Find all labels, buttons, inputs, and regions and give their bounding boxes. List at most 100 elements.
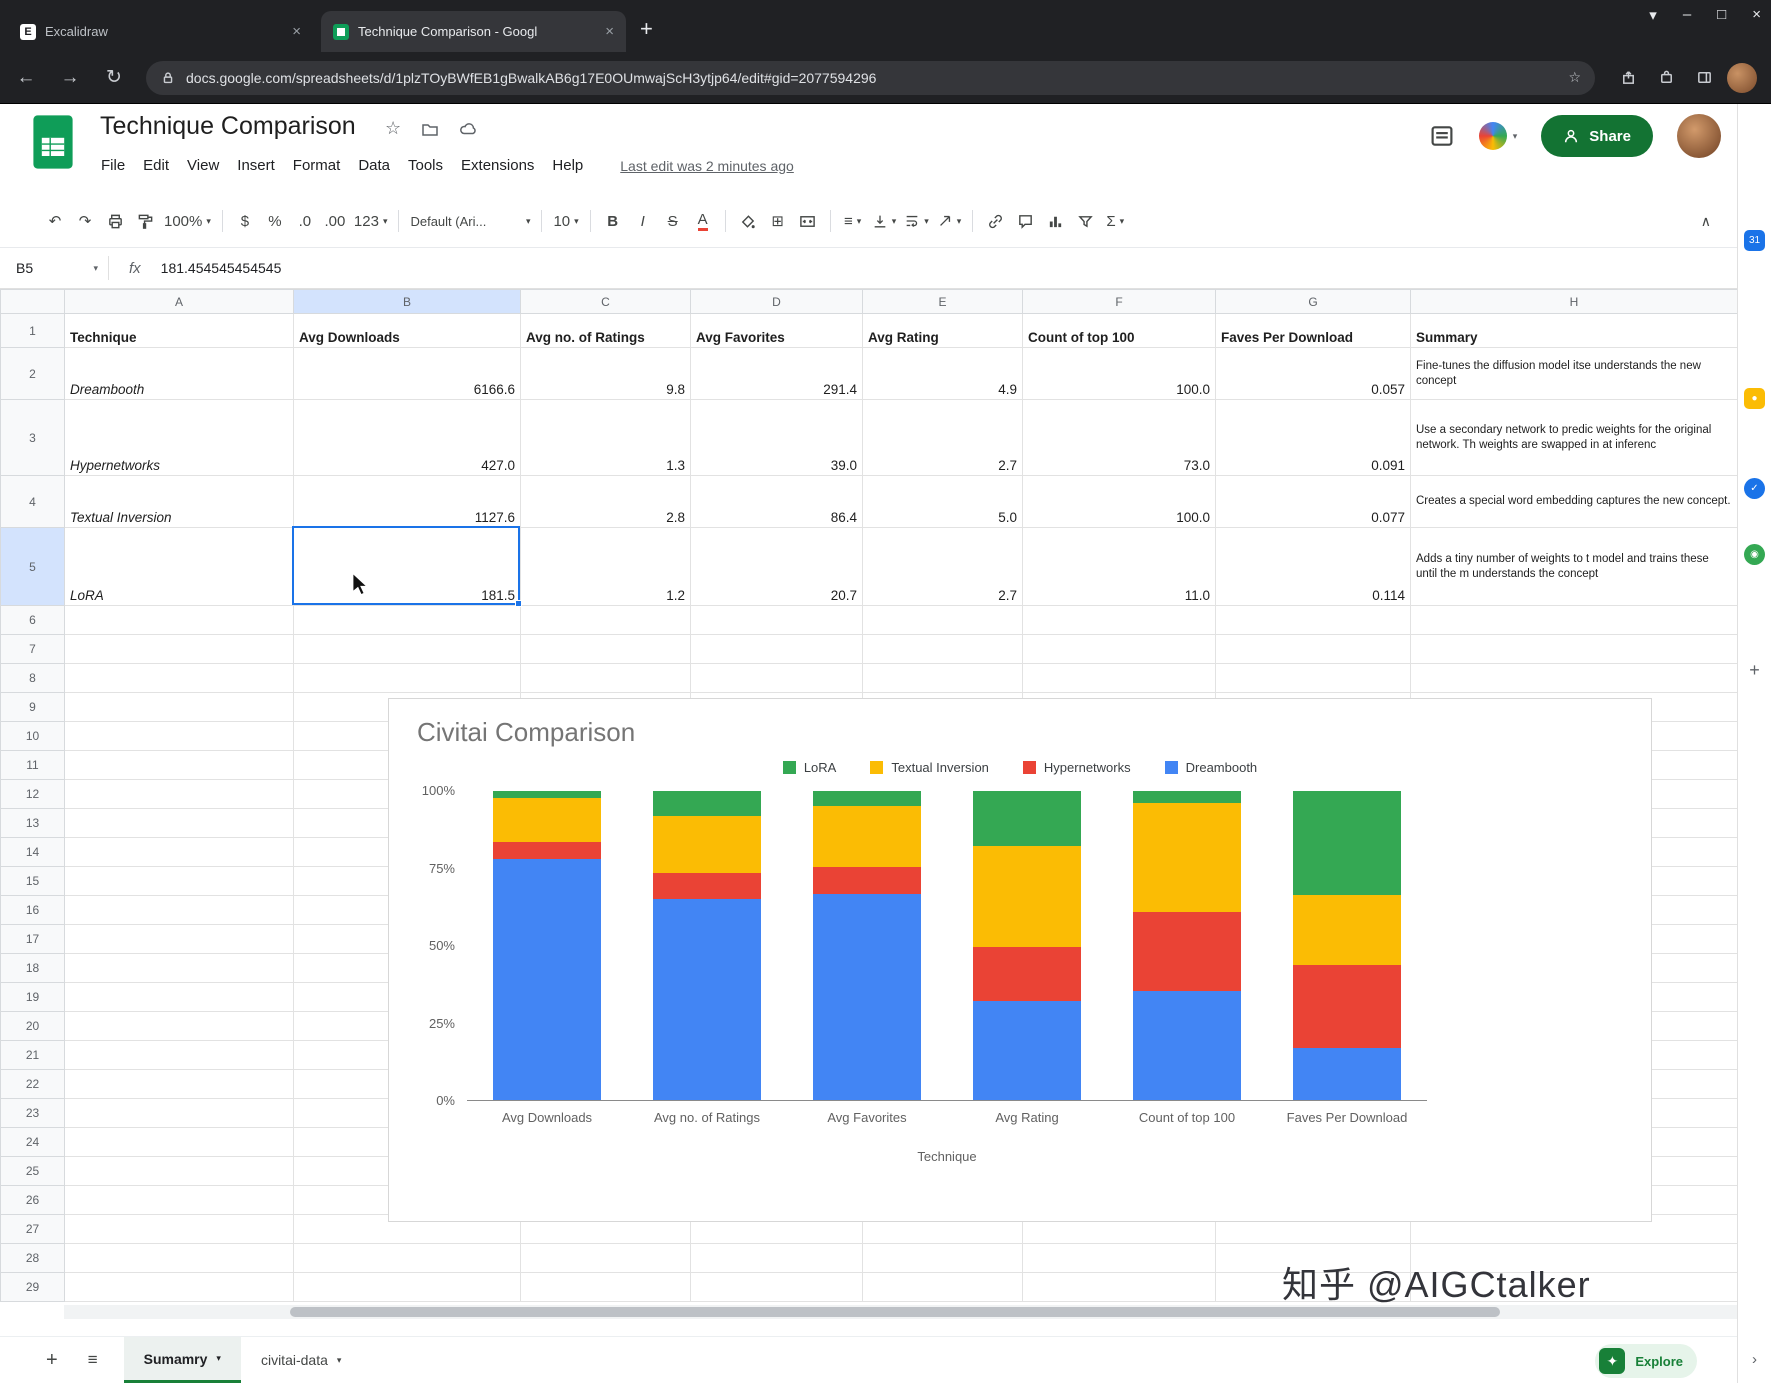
sheets-logo-icon[interactable]: [32, 114, 74, 170]
calendar-icon[interactable]: 31: [1744, 230, 1765, 251]
cell-E1[interactable]: Avg Rating: [862, 313, 1023, 348]
add-sheet-button[interactable]: +: [46, 1349, 58, 1372]
scrollbar-thumb[interactable]: [290, 1307, 1500, 1317]
cell-A19[interactable]: [64, 982, 294, 1012]
menu-tools[interactable]: Tools: [399, 154, 452, 177]
new-tab-button[interactable]: +: [640, 16, 653, 42]
cell-G3[interactable]: 0.091: [1215, 399, 1411, 476]
cell-A27[interactable]: [64, 1214, 294, 1244]
cell-A16[interactable]: [64, 895, 294, 925]
cell-A10[interactable]: [64, 721, 294, 751]
redo-icon[interactable]: ↷: [70, 206, 100, 236]
functions-select[interactable]: Σ ▾: [1100, 206, 1130, 236]
cell-A29[interactable]: [64, 1272, 294, 1302]
document-title[interactable]: Technique Comparison: [100, 112, 356, 141]
cell-A3[interactable]: Hypernetworks: [64, 399, 294, 476]
row-header-5[interactable]: 5: [0, 527, 65, 606]
cell-F28[interactable]: [1022, 1243, 1216, 1273]
tasks-icon[interactable]: ✓: [1744, 478, 1765, 499]
cell-C29[interactable]: [520, 1272, 691, 1302]
cell-D5[interactable]: 20.7: [690, 527, 863, 606]
share-page-icon[interactable]: [1613, 63, 1643, 93]
menu-edit[interactable]: Edit: [134, 154, 178, 177]
row-header-28[interactable]: 28: [0, 1243, 65, 1273]
row-header-4[interactable]: 4: [0, 475, 65, 528]
text-wrap-select[interactable]: ▾: [900, 206, 933, 236]
cell-E5[interactable]: 2.7: [862, 527, 1023, 606]
cell-A14[interactable]: [64, 837, 294, 867]
cell-A25[interactable]: [64, 1156, 294, 1186]
cell-H3[interactable]: Use a secondary network to predic weight…: [1410, 399, 1737, 476]
cell-A4[interactable]: Textual Inversion: [64, 475, 294, 528]
column-header-G[interactable]: G: [1215, 289, 1411, 314]
cell-A28[interactable]: [64, 1243, 294, 1273]
cell-C1[interactable]: Avg no. of Ratings: [520, 313, 691, 348]
paint-format-icon[interactable]: [130, 206, 160, 236]
maps-icon[interactable]: ◉: [1744, 544, 1765, 565]
column-header-D[interactable]: D: [690, 289, 863, 314]
cell-C7[interactable]: [520, 634, 691, 664]
back-icon[interactable]: ←: [8, 60, 44, 96]
cell-F3[interactable]: 73.0: [1022, 399, 1216, 476]
cell-G2[interactable]: 0.057: [1215, 347, 1411, 400]
row-header-10[interactable]: 10: [0, 721, 65, 751]
cell-E3[interactable]: 2.7: [862, 399, 1023, 476]
text-color-button[interactable]: A: [688, 206, 718, 236]
bold-button[interactable]: B: [598, 206, 628, 236]
move-folder-icon[interactable]: [421, 120, 439, 138]
cloud-status-icon[interactable]: [459, 120, 479, 138]
cell-H5[interactable]: Adds a tiny number of weights to t model…: [1410, 527, 1737, 606]
cell-A24[interactable]: [64, 1127, 294, 1157]
keep-icon[interactable]: ●: [1744, 388, 1765, 409]
minimize-icon[interactable]: –: [1683, 6, 1691, 24]
sheet-tab-menu-icon[interactable]: ▾: [216, 1353, 221, 1364]
cell-C8[interactable]: [520, 663, 691, 693]
fill-color-icon[interactable]: [733, 206, 763, 236]
column-header-F[interactable]: F: [1022, 289, 1216, 314]
url-bar[interactable]: docs.google.com/spreadsheets/d/1plzTOyBW…: [146, 60, 1595, 95]
filter-icon[interactable]: [1070, 206, 1100, 236]
cell-A18[interactable]: [64, 953, 294, 983]
select-all-corner[interactable]: [0, 289, 65, 314]
cell-C4[interactable]: 2.8: [520, 475, 691, 528]
row-header-13[interactable]: 13: [0, 808, 65, 838]
cell-D1[interactable]: Avg Favorites: [690, 313, 863, 348]
collapse-panel-icon[interactable]: ›: [1744, 1349, 1765, 1370]
cell-A12[interactable]: [64, 779, 294, 809]
column-header-E[interactable]: E: [862, 289, 1023, 314]
cell-H7[interactable]: [1410, 634, 1737, 664]
menu-format[interactable]: Format: [284, 154, 350, 177]
cell-B1[interactable]: Avg Downloads: [293, 313, 521, 348]
row-header-18[interactable]: 18: [0, 953, 65, 983]
version-history-icon[interactable]: [1429, 123, 1455, 149]
cell-A26[interactable]: [64, 1185, 294, 1215]
video-call-button[interactable]: ▾: [1478, 122, 1517, 150]
vertical-align-select[interactable]: ▾: [868, 206, 901, 236]
formula-input[interactable]: 181.454545454545: [161, 260, 282, 276]
cell-E2[interactable]: 4.9: [862, 347, 1023, 400]
forward-icon[interactable]: →: [52, 60, 88, 96]
cell-E8[interactable]: [862, 663, 1023, 693]
row-header-2[interactable]: 2: [0, 347, 65, 400]
row-header-29[interactable]: 29: [0, 1272, 65, 1302]
cell-A6[interactable]: [64, 605, 294, 635]
sheet-tab-menu-icon[interactable]: ▾: [337, 1355, 342, 1366]
column-header-A[interactable]: A: [64, 289, 294, 314]
cell-F29[interactable]: [1022, 1272, 1216, 1302]
font-size-select[interactable]: 10 ▾: [549, 206, 582, 236]
cell-B4[interactable]: 1127.6: [293, 475, 521, 528]
maximize-icon[interactable]: □: [1717, 6, 1726, 24]
cell-B5[interactable]: 181.5: [293, 527, 521, 606]
cell-F7[interactable]: [1022, 634, 1216, 664]
undo-icon[interactable]: ↶: [40, 206, 70, 236]
cell-F6[interactable]: [1022, 605, 1216, 635]
menu-insert[interactable]: Insert: [228, 154, 284, 177]
cell-A8[interactable]: [64, 663, 294, 693]
cell-C2[interactable]: 9.8: [520, 347, 691, 400]
column-header-H[interactable]: H: [1410, 289, 1737, 314]
horizontal-align-select[interactable]: ≡ ▾: [838, 206, 868, 236]
row-header-26[interactable]: 26: [0, 1185, 65, 1215]
cell-B8[interactable]: [293, 663, 521, 693]
row-header-27[interactable]: 27: [0, 1214, 65, 1244]
row-header-21[interactable]: 21: [0, 1040, 65, 1070]
